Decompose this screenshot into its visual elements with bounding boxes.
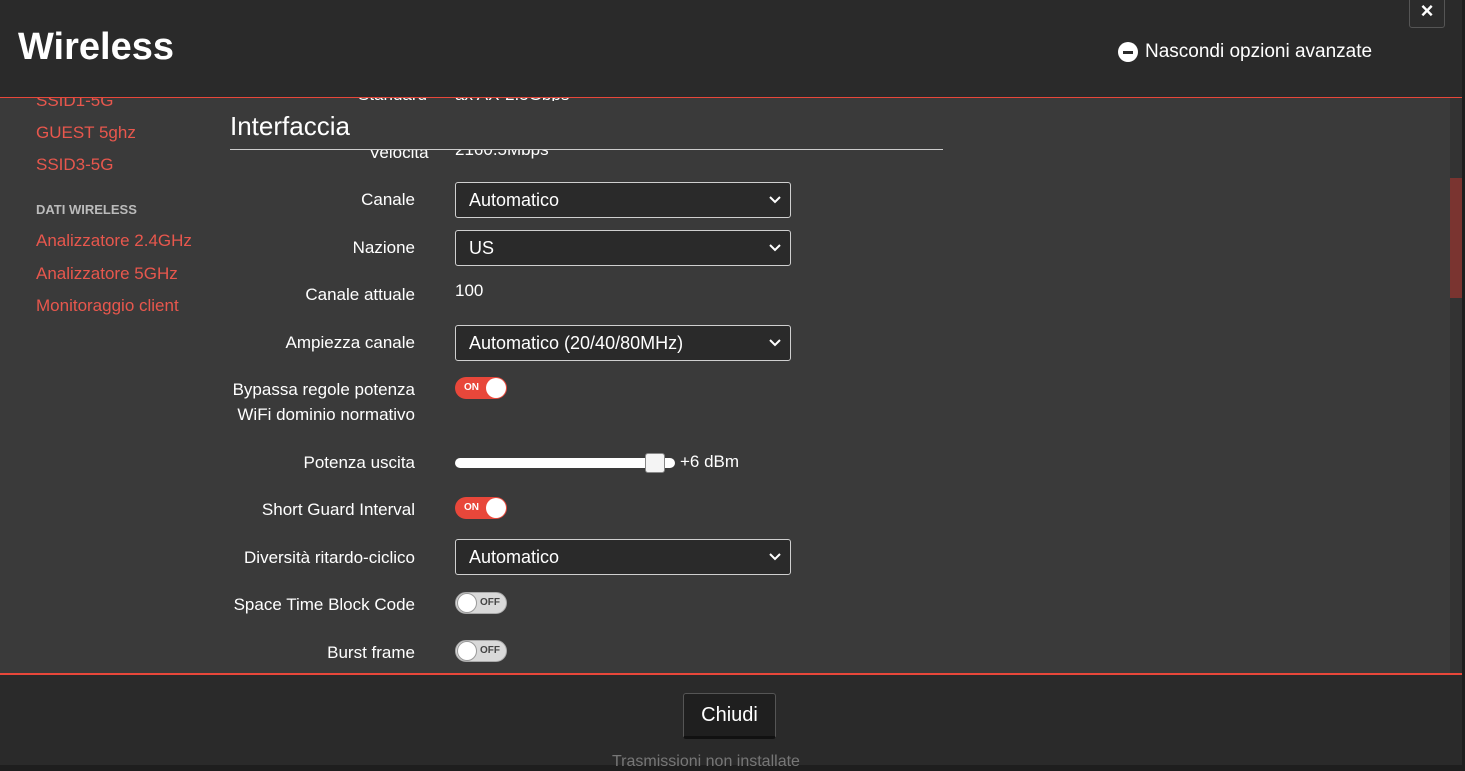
- toggle-state-text: ON: [464, 382, 479, 393]
- bypass-label-line1: Bypassa regole potenza: [232, 380, 415, 399]
- slider-thumb[interactable]: [645, 453, 665, 473]
- sgi-label: Short Guard Interval: [261, 500, 415, 519]
- wireless-modal: Standard ax AX-2.5Gbps Velocità 2160.5Mb…: [0, 0, 1462, 770]
- hide-advanced-options-label: Nascondi opzioni avanzate: [1145, 41, 1373, 62]
- channel-select[interactable]: Automatico: [455, 182, 791, 218]
- sidebar-item-client-monitor[interactable]: Monitoraggio client: [36, 296, 179, 316]
- channel-select-value: Automatico: [469, 189, 560, 210]
- sidebar-item-guest-5ghz[interactable]: GUEST 5ghz: [36, 123, 136, 143]
- sgi-toggle[interactable]: ON: [455, 497, 507, 519]
- country-label: Nazione: [352, 238, 415, 257]
- section-heading: Interfaccia: [230, 101, 943, 150]
- section-title: Interfaccia: [230, 111, 350, 141]
- chevron-down-icon: [769, 339, 781, 347]
- country-select[interactable]: US: [455, 230, 791, 266]
- channel-width-select[interactable]: Automatico (20/40/80MHz): [455, 325, 791, 361]
- sidebar-item-ssid1-5g[interactable]: SSID1-5G: [36, 97, 113, 111]
- bypass-label-line2: WiFi dominio normativo: [237, 405, 415, 424]
- hide-advanced-options-button[interactable]: Nascondi opzioni avanzate: [1118, 41, 1372, 63]
- modal-footer: Chiudi Trasmissioni non installate: [0, 673, 1462, 770]
- page-title: Wireless: [18, 26, 174, 68]
- toggle-state-text: OFF: [480, 597, 500, 608]
- toggle-knob: [486, 378, 506, 398]
- close-button[interactable]: Chiudi: [683, 693, 776, 739]
- chevron-down-icon: [769, 553, 781, 561]
- burst-frame-toggle[interactable]: OFF: [455, 640, 507, 662]
- bypass-toggle[interactable]: ON: [455, 377, 507, 399]
- channel-width-label: Ampiezza canale: [285, 333, 415, 352]
- scrollbar-thumb[interactable]: [1450, 178, 1462, 298]
- modal-header: Wireless Nascondi opzioni avanzate: [0, 0, 1462, 98]
- stbc-label: Space Time Block Code: [233, 595, 415, 614]
- output-power-label: Potenza uscita: [303, 453, 415, 472]
- cyclic-delay-select[interactable]: Automatico: [455, 539, 791, 575]
- current-channel-label: Canale attuale: [305, 285, 415, 304]
- stbc-toggle[interactable]: OFF: [455, 592, 507, 614]
- output-power-value: +6 dBm: [680, 452, 740, 471]
- toggle-knob: [486, 498, 506, 518]
- close-icon[interactable]: ×: [1409, 0, 1445, 28]
- modal-body: Standard ax AX-2.5Gbps Velocità 2160.5Mb…: [0, 97, 1450, 673]
- chevron-down-icon: [769, 196, 781, 204]
- toggle-state-text: OFF: [480, 645, 500, 656]
- sidebar-heading-dati-wireless: DATI WIRELESS: [36, 202, 137, 217]
- toggle-knob: [457, 593, 477, 613]
- sidebar-item-analyzer-24ghz[interactable]: Analizzatore 2.4GHz: [36, 231, 192, 251]
- sidebar-item-analyzer-5ghz[interactable]: Analizzatore 5GHz: [36, 264, 178, 284]
- sidebar-item-ssid3-5g[interactable]: SSID3-5G: [36, 155, 113, 175]
- cyclic-delay-select-value: Automatico: [469, 546, 560, 567]
- country-select-value: US: [469, 237, 495, 258]
- burst-frame-label: Burst frame: [327, 643, 415, 662]
- toggle-state-text: ON: [464, 502, 479, 513]
- channel-label: Canale: [361, 190, 415, 209]
- output-power-slider[interactable]: [455, 453, 675, 473]
- minus-circle-icon: [1118, 42, 1138, 62]
- background-status-text: Trasmissioni non installate: [612, 753, 800, 770]
- cyclic-delay-label: Diversità ritardo-ciclico: [244, 548, 415, 567]
- toggle-knob: [457, 641, 477, 661]
- chevron-down-icon: [769, 244, 781, 252]
- channel-width-select-value: Automatico (20/40/80MHz): [469, 332, 684, 353]
- current-channel-value: 100: [455, 281, 484, 300]
